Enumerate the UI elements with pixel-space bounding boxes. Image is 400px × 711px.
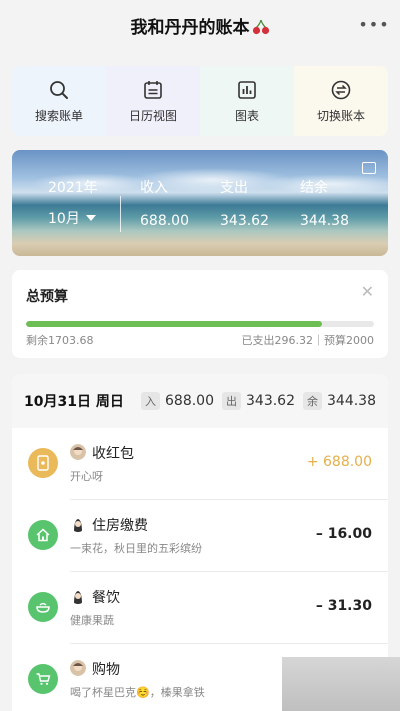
list-item[interactable]: 住房缴费 一束花，秋日里的五彩缤纷 – 16.00	[12, 500, 388, 572]
month-selector[interactable]: 10月	[48, 208, 96, 228]
chart-button[interactable]: 图表	[200, 66, 294, 136]
page-title: 我和丹丹的账本	[131, 13, 270, 38]
house-icon	[28, 520, 58, 550]
transaction-name: 住房缴费	[92, 518, 148, 534]
switch-icon	[331, 80, 351, 99]
day-income: 688.00	[165, 393, 214, 409]
expense-label: 支出	[220, 180, 248, 196]
search-icon	[50, 80, 68, 99]
page-title-text: 我和丹丹的账本	[130, 17, 250, 38]
budget-remaining: 剩余1703.68	[26, 334, 94, 347]
budget-title: 总预算	[26, 289, 68, 305]
avatar	[70, 516, 86, 532]
more-menu-button[interactable]: •••	[358, 14, 388, 34]
caret-down-icon	[85, 215, 96, 221]
income-value: 688.00	[140, 213, 189, 229]
avatar	[70, 444, 86, 460]
banner-divider	[120, 196, 121, 232]
transaction-amount: – 31.30	[315, 598, 372, 614]
day-expense: 343.62	[246, 393, 295, 409]
corner-overlay	[282, 657, 400, 711]
budget-progress-fill	[26, 321, 323, 327]
cherry-icon	[252, 19, 269, 34]
calendar-icon	[144, 80, 162, 99]
calendar-view-button[interactable]: 日历视图	[106, 66, 200, 136]
year-label: 2021年	[48, 180, 98, 196]
list-item[interactable]: 餐饮 健康果蔬 – 31.30	[12, 572, 388, 644]
chart-icon	[238, 80, 256, 99]
day-date: 10月31日 周日	[24, 394, 124, 410]
transaction-amount: + 688.00	[306, 454, 372, 470]
balance-chip: 余	[303, 392, 322, 410]
day-balance: 344.38	[327, 393, 376, 409]
expense-chip: 出	[222, 392, 241, 410]
action-bar: 搜索账单 日历视图 图表 切换账本	[12, 66, 388, 136]
transaction-note: 健康果蔬	[70, 614, 114, 627]
calendar-view-label: 日历视图	[128, 108, 177, 123]
change-background-icon[interactable]	[362, 162, 376, 174]
balance-stat: 结余 344.38	[300, 177, 349, 229]
transaction-name: 购物	[92, 662, 120, 678]
month-label: 10月	[48, 211, 80, 227]
budget-card[interactable]: 总预算 ✕ 剩余1703.68 已支出296.32｜预算2000	[12, 270, 388, 358]
search-bills-label: 搜索账单	[34, 108, 83, 123]
app-header: 我和丹丹的账本 •••	[0, 0, 400, 50]
transaction-note: 开心呀	[70, 470, 103, 483]
income-stat: 收入 688.00	[140, 177, 189, 229]
income-label: 收入	[140, 180, 168, 196]
transaction-note: 喝了杯星巴克☺️，榛果拿铁	[70, 686, 205, 699]
switch-ledger-label: 切换账本	[316, 108, 365, 123]
transaction-note: 一束花，秋日里的五彩缤纷	[70, 542, 202, 555]
chart-label: 图表	[234, 108, 259, 123]
close-icon[interactable]: ✕	[361, 282, 374, 301]
search-bills-button[interactable]: 搜索账单	[12, 66, 106, 136]
avatar	[70, 588, 86, 604]
budget-spent: 已支出296.32｜预算2000	[241, 334, 374, 347]
income-chip: 入	[141, 392, 160, 410]
expense-stat: 支出 343.62	[220, 177, 269, 229]
transaction-name: 收红包	[92, 446, 134, 462]
day-header: 10月31日 周日 入 688.00 出 343.62 余 344.38	[12, 374, 388, 428]
bowl-icon	[28, 592, 58, 622]
switch-ledger-button[interactable]: 切换账本	[294, 66, 388, 136]
red-envelope-icon	[28, 448, 58, 478]
balance-value: 344.38	[300, 213, 349, 229]
month-summary-banner: 2021年 10月 收入 688.00 支出 343.62 结余 344.38	[12, 150, 388, 256]
balance-label: 结余	[300, 180, 328, 196]
avatar	[70, 660, 86, 676]
expense-value: 343.62	[220, 213, 269, 229]
cart-icon	[28, 664, 58, 694]
budget-progress-bar	[26, 321, 374, 327]
transaction-name: 餐饮	[92, 590, 120, 606]
transaction-amount: – 16.00	[315, 526, 372, 542]
list-item[interactable]: 收红包 开心呀 + 688.00	[12, 428, 388, 500]
